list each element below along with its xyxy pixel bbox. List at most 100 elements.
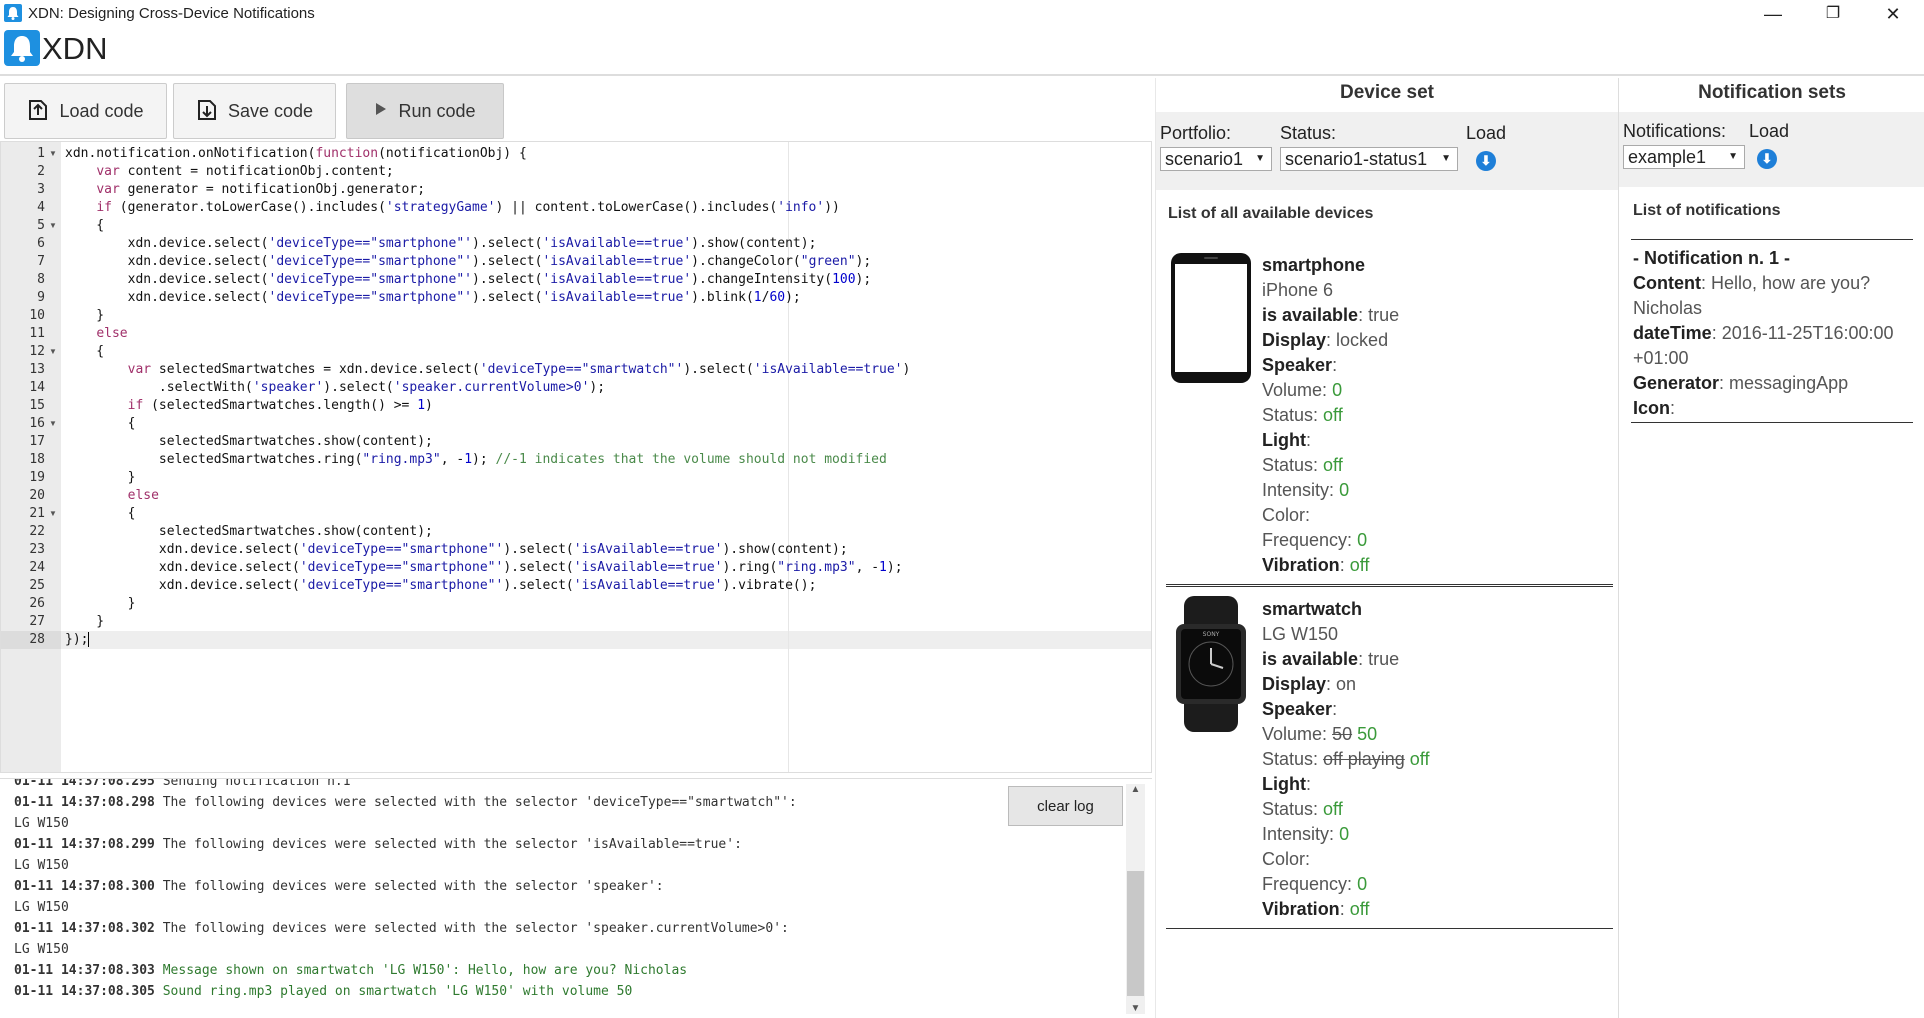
notifications-label: Notifications: [1623,121,1727,141]
file-save-icon [196,97,218,126]
notifications-select[interactable]: example1 ▼ [1623,145,1745,169]
code-line[interactable]: else [65,487,159,505]
device-type: smartwatch [1262,599,1363,619]
load-code-button[interactable]: Load code [4,83,167,139]
code-area[interactable]: xdn.notification.onNotification(function… [61,142,1151,772]
notification-datetime: dateTime: 2016-11-25T16:00:00+01:00 [1633,323,1894,368]
log-entry: LG W150 [14,816,69,831]
clear-log-button[interactable]: clear log [1008,786,1123,826]
code-line[interactable]: } [65,469,136,487]
status-select[interactable]: scenario1-status1 ▼ [1280,147,1458,171]
device-set-title: Device set [1339,82,1434,103]
chevron-down-icon: ▼ [1255,153,1265,164]
code-line[interactable]: .selectWith('speaker').select('speaker.c… [65,379,605,397]
code-toolbar: Load code Save code Run code [0,78,1152,140]
light-color: Color: [1262,505,1311,525]
code-line[interactable]: xdn.device.select('deviceType=="smartpho… [65,253,872,271]
log-entry: LG W150 [14,858,69,873]
fold-toggle-icon[interactable]: ▼ [49,505,57,523]
line-number: 14 [29,380,45,395]
code-line[interactable]: if (generator.toLowerCase().includes('st… [65,199,840,217]
light-color: Color: [1262,849,1311,869]
code-line[interactable]: { [65,415,136,433]
code-line[interactable]: xdn.device.select('deviceType=="smartpho… [65,235,817,253]
code-line[interactable]: selectedSmartwatches.show(content); [65,523,433,541]
code-line[interactable]: else [65,325,127,343]
run-code-button[interactable]: Run code [346,83,504,139]
save-code-button[interactable]: Save code [173,83,336,139]
code-line[interactable]: xdn.notification.onNotification(function… [65,145,527,163]
log-entry: 01-11 14:37:08.302 The following devices… [14,921,789,936]
portfolio-select[interactable]: scenario1 ▼ [1160,147,1272,171]
line-number: 28 [29,632,45,647]
notification-sets-panel: Notification sets Notifications: example… [1618,78,1924,1018]
code-line[interactable]: var selectedSmartwatches = xdn.device.se… [65,361,911,379]
fold-toggle-icon[interactable]: ▼ [49,343,57,361]
line-number: 18 [29,452,45,467]
code-line[interactable]: if (selectedSmartwatches.length() >= 1) [65,397,433,415]
code-line[interactable]: } [65,613,104,631]
code-line[interactable]: xdn.device.select('deviceType=="smartpho… [65,541,848,559]
device-availability: is available: true [1262,649,1400,669]
speaker-status: Status: off playing off [1262,749,1430,769]
notification-generator: Generator: messagingApp [1633,373,1849,393]
status-label: Status: [1280,123,1337,143]
light-frequency: Frequency: 0 [1262,874,1368,894]
play-icon [374,101,388,122]
line-number: 15 [29,398,45,413]
line-number: 2 [37,164,45,179]
minimize-button[interactable]: — [1744,0,1802,28]
log-scrollbar[interactable]: ▲ ▼ [1126,784,1145,1014]
code-line[interactable]: } [65,595,136,613]
line-number: 11 [29,326,45,341]
line-number: 4 [37,200,45,215]
app-title: XDN [42,31,108,66]
chevron-down-icon: ▼ [1441,153,1451,164]
line-number: 3 [37,182,45,197]
code-line[interactable]: }); [65,631,90,649]
run-code-label: Run code [398,100,476,121]
line-number: 5 [37,218,45,233]
line-number: 27 [29,614,45,629]
download-icon[interactable]: ⬇ [1476,151,1496,171]
close-button[interactable]: ✕ [1864,0,1922,28]
code-line[interactable]: } [65,307,104,325]
window-title: XDN: Designing Cross-Device Notification… [28,5,315,22]
scrollbar-thumb[interactable] [1127,871,1144,996]
log-entry: 01-11 14:37:08.298 The following devices… [14,795,797,810]
log-entry: LG W150 [14,900,69,915]
fold-toggle-icon[interactable]: ▼ [49,145,57,163]
file-upload-icon [27,97,49,126]
notification-content: Content: Hello, how are you? Nicholas [1633,273,1871,318]
code-line[interactable]: { [65,505,136,523]
code-editor[interactable]: 1 ▼ 2 3 4 5 ▼ 6 7 8 9 10 11 12 ▼ 13 14 15 16 ▼ 17 18 19 20 21 ▼ 22… [0,141,1152,773]
line-number: 19 [29,470,45,485]
scroll-down-icon[interactable]: ▼ [1126,1003,1145,1014]
line-number: 1 [37,146,45,161]
smartwatch-image: SONY [1170,596,1252,732]
scroll-up-icon[interactable]: ▲ [1126,784,1145,795]
restore-button[interactable]: ❐ [1804,0,1862,28]
download-icon[interactable]: ⬇ [1757,149,1777,169]
code-line[interactable]: selectedSmartwatches.ring("ring.mp3", -1… [65,451,887,469]
code-line[interactable]: { [65,217,104,235]
portfolio-label: Portfolio: [1160,123,1232,143]
divider [1631,422,1913,423]
divider [1166,928,1613,929]
code-line[interactable]: xdn.device.select('deviceType=="smartpho… [65,559,903,577]
device-vibration: Vibration: off [1262,555,1370,575]
code-line[interactable]: var content = notificationObj.content; [65,163,393,181]
device-load-label: Load [1466,123,1507,143]
fold-toggle-icon[interactable]: ▼ [49,217,57,235]
log-entry: 01-11 14:37:08.303 Message shown on smar… [14,963,688,978]
notification-icon: Icon: [1633,398,1676,418]
code-line[interactable]: { [65,343,104,361]
code-line[interactable]: xdn.device.select('deviceType=="smartpho… [65,289,801,307]
smartphone-image [1170,252,1252,384]
code-line[interactable]: selectedSmartwatches.show(content); [65,433,433,451]
line-number-gutter: 1 ▼ 2 3 4 5 ▼ 6 7 8 9 10 11 12 ▼ 13 14 15 16 ▼ 17 18 19 20 21 ▼ 22… [1,142,61,772]
code-line[interactable]: xdn.device.select('deviceType=="smartpho… [65,271,872,289]
fold-toggle-icon[interactable]: ▼ [49,415,57,433]
code-line[interactable]: var generator = notificationObj.generato… [65,181,425,199]
code-line[interactable]: xdn.device.select('deviceType=="smartpho… [65,577,817,595]
